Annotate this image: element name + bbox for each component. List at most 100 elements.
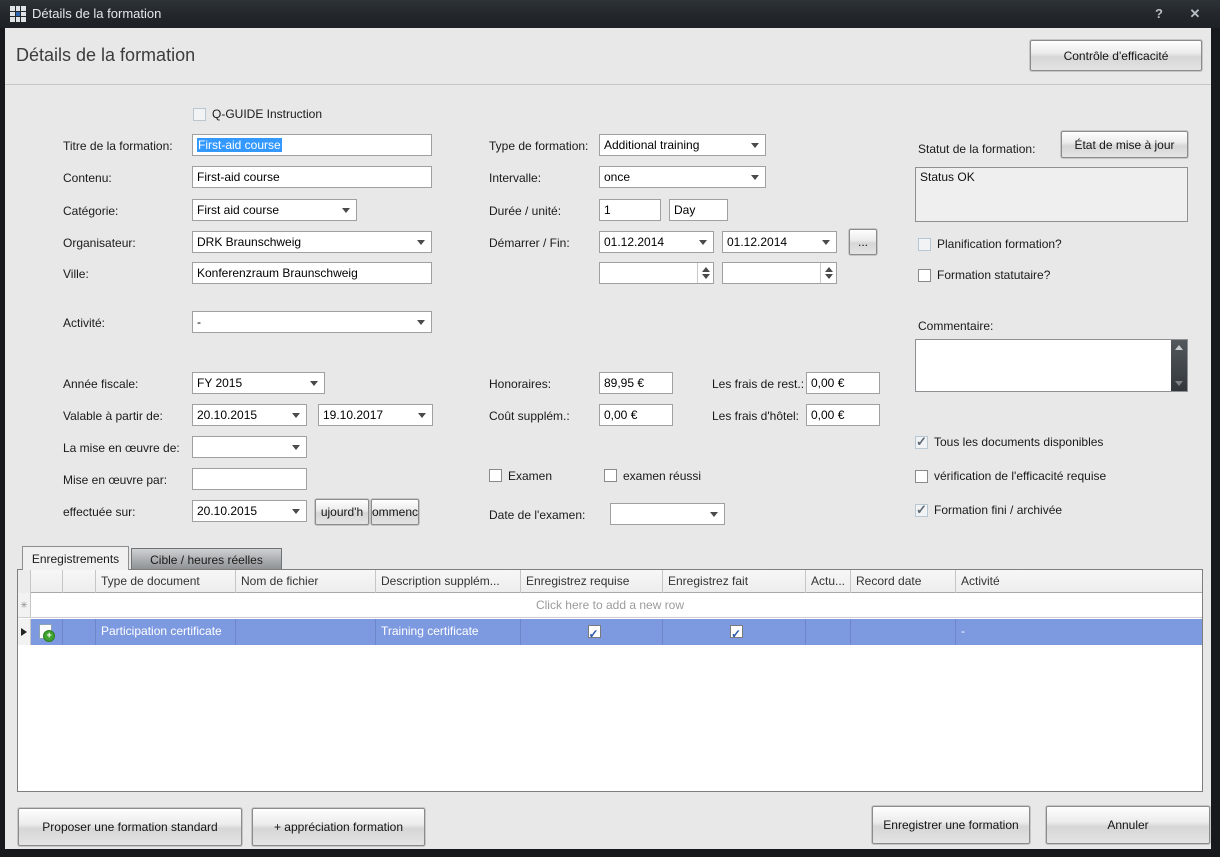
fiscal-year-select[interactable]: FY 2015	[192, 372, 325, 394]
table-row[interactable]: Participation certificate Training certi…	[18, 619, 1202, 645]
add-document-icon	[39, 624, 52, 639]
grid-add-row[interactable]: ✳ Click here to add a new row	[18, 593, 1202, 618]
cell-description[interactable]: Training certificate	[376, 619, 521, 645]
interval-label: Intervalle:	[489, 171, 541, 185]
hotel-input[interactable]: 0,00 €	[806, 404, 880, 426]
header-record-date[interactable]: Record date	[851, 570, 956, 593]
chevron-down-icon	[751, 175, 759, 180]
cell-record-date[interactable]	[851, 619, 956, 645]
implementation-of-label: La mise en œuvre de:	[63, 441, 180, 455]
valid-from-date[interactable]: 20.10.2015	[192, 404, 307, 426]
category-select[interactable]: First aid course	[192, 199, 357, 221]
scrollbar[interactable]	[1171, 340, 1187, 391]
start-button[interactable]: ommenc	[371, 499, 419, 525]
planning-checkbox[interactable]	[918, 238, 931, 251]
header-filename[interactable]: Nom de fichier	[236, 570, 376, 593]
implementation-of-select[interactable]	[192, 436, 307, 458]
valid-to-date[interactable]: 19.10.2017	[318, 404, 433, 426]
end-time-spinner[interactable]	[722, 262, 837, 284]
exam-label: Examen	[508, 469, 552, 483]
propose-standard-training-button[interactable]: Proposer une formation standard	[18, 808, 242, 846]
duration-unit-input[interactable]: Day	[669, 199, 728, 221]
duration-label: Durée / unité:	[489, 204, 561, 218]
cell-activity[interactable]: -	[956, 619, 1202, 645]
spin-buttons[interactable]	[820, 263, 836, 283]
start-time-spinner[interactable]	[599, 262, 714, 284]
content-input[interactable]: First-aid course	[192, 166, 432, 188]
title-label: Titre de la formation:	[63, 139, 173, 153]
chevron-down-icon	[417, 240, 425, 245]
header-actu[interactable]: Actu...	[806, 570, 851, 593]
extra-cost-input[interactable]: 0,00 €	[599, 404, 673, 426]
exam-passed-checkbox[interactable]	[604, 469, 617, 482]
cell-required[interactable]	[521, 619, 663, 645]
implemented-by-label: Mise en œuvre par:	[63, 473, 167, 487]
fees-input[interactable]: 89,95 €	[599, 372, 673, 394]
organizer-select[interactable]: DRK Braunschweig	[192, 231, 432, 253]
verification-required-checkbox[interactable]	[915, 470, 928, 483]
qguide-label: Q-GUIDE Instruction	[212, 107, 322, 121]
city-input[interactable]: Konferenzraum Braunschweig	[192, 262, 432, 284]
duration-input[interactable]: 1	[599, 199, 661, 221]
today-button[interactable]: ujourd'h	[315, 499, 369, 525]
docs-available-checkbox[interactable]	[915, 436, 928, 449]
cell-done[interactable]	[663, 619, 806, 645]
exam-checkbox[interactable]	[489, 469, 502, 482]
title-input[interactable]: First-aid course	[192, 134, 432, 156]
help-icon[interactable]: ?	[1148, 5, 1170, 23]
cell-type[interactable]: Participation certificate	[96, 619, 236, 645]
add-row-hint: Click here to add a new row	[18, 593, 1202, 617]
chevron-down-icon	[292, 445, 300, 450]
header-description[interactable]: Description supplém...	[376, 570, 521, 593]
spin-down-icon	[702, 274, 710, 279]
required-checkbox[interactable]	[588, 625, 601, 638]
cell-filename[interactable]	[236, 619, 376, 645]
organizer-label: Organisateur:	[63, 236, 136, 250]
implemented-by-input[interactable]	[192, 468, 307, 490]
update-status-button[interactable]: État de mise à jour	[1061, 131, 1188, 158]
end-date[interactable]: 01.12.2014	[722, 231, 837, 253]
cancel-button[interactable]: Annuler	[1046, 806, 1210, 844]
comment-label: Commentaire:	[918, 319, 993, 333]
activity-select[interactable]: -	[192, 311, 432, 333]
chevron-down-icon	[418, 413, 426, 418]
scroll-down-icon	[1175, 381, 1183, 386]
close-icon[interactable]: ✕	[1184, 5, 1206, 23]
header-indicator-cell	[18, 570, 31, 593]
header-activity[interactable]: Activité	[956, 570, 1202, 593]
done-checkbox[interactable]	[730, 625, 743, 638]
training-type-select[interactable]: Additional training	[599, 134, 766, 156]
more-dates-button[interactable]: ...	[849, 229, 877, 255]
header-type[interactable]: Type de document	[96, 570, 236, 593]
start-date[interactable]: 01.12.2014	[599, 231, 714, 253]
finished-label: Formation fini / archivée	[934, 503, 1062, 517]
cell-actu[interactable]	[806, 619, 851, 645]
statutory-checkbox[interactable]	[918, 269, 931, 282]
tab-records[interactable]: Enregistrements	[22, 546, 129, 570]
exam-date-select[interactable]	[610, 503, 725, 525]
header-done[interactable]: Enregistrez fait	[663, 570, 806, 593]
comment-textarea[interactable]	[915, 339, 1188, 392]
chevron-down-icon	[822, 240, 830, 245]
interval-select[interactable]: once	[599, 166, 766, 188]
chevron-down-icon	[310, 381, 318, 386]
preview-cell[interactable]	[63, 619, 96, 645]
row-indicator	[18, 619, 31, 645]
header-required[interactable]: Enregistrez requise	[521, 570, 663, 593]
qguide-checkbox[interactable]	[193, 108, 206, 121]
save-training-button[interactable]: Enregistrer une formation	[872, 806, 1030, 844]
finished-checkbox[interactable]	[915, 504, 928, 517]
performed-on-date[interactable]: 20.10.2015	[192, 500, 307, 522]
exam-date-label: Date de l'examen:	[489, 508, 585, 522]
catering-input[interactable]: 0,00 €	[806, 372, 880, 394]
grid-header: Type de document Nom de fichier Descript…	[18, 570, 1202, 593]
spin-up-icon	[825, 267, 833, 272]
activity-label: Activité:	[63, 316, 105, 330]
efficiency-check-button[interactable]: Contrôle d'efficacité	[1030, 40, 1202, 71]
attach-cell[interactable]	[31, 619, 63, 645]
content-label: Contenu:	[63, 171, 112, 185]
chevron-down-icon	[292, 509, 300, 514]
add-training-appreciation-button[interactable]: + appréciation formation	[252, 808, 425, 846]
spin-buttons[interactable]	[697, 263, 713, 283]
tab-target-hours[interactable]: Cible / heures réelles	[131, 548, 282, 570]
